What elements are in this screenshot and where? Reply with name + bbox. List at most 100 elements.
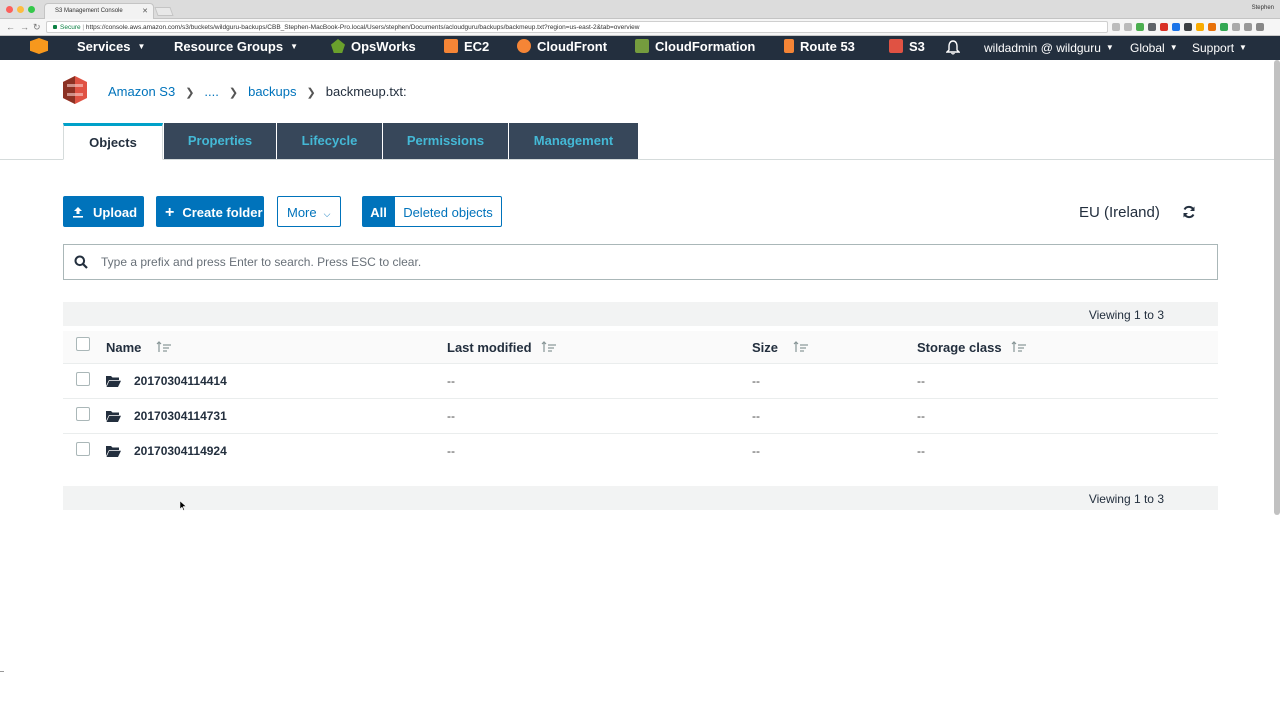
close-tab-icon[interactable]: ✕ [142,7,148,15]
column-header-storage-class[interactable]: Storage class [917,340,1002,355]
column-header-size[interactable]: Size [752,340,778,355]
column-header-last-modified[interactable]: Last modified [447,340,532,355]
sort-icon[interactable] [156,341,172,353]
mouse-cursor-icon [180,501,186,511]
chevron-right-icon: ❯ [185,87,195,99]
browser-tab-strip: S3 Management Console ✕ Stephen [0,0,1280,19]
extension-icon[interactable] [1244,23,1252,31]
row-checkbox[interactable] [76,407,90,421]
zoom-icon[interactable] [1112,23,1120,31]
upload-button[interactable]: Upload [63,196,144,227]
divider [0,671,4,672]
viewing-count: Viewing 1 to 3 [1088,308,1164,322]
last-modified-cell: -- [447,409,455,423]
extension-icon[interactable] [1232,23,1240,31]
menu-icon[interactable] [1256,23,1264,31]
breadcrumb-ellipsis[interactable]: .... [204,84,218,99]
reload-icon[interactable]: ↻ [33,22,41,32]
upload-icon [73,207,83,218]
shortcut-ec2[interactable]: EC2 [444,39,489,55]
shortcut-s3[interactable]: S3 [889,39,925,55]
extension-icon[interactable] [1172,23,1180,31]
chevron-down-icon: ⌵ [323,209,331,219]
extension-icon[interactable] [1136,23,1144,31]
search-box [63,244,1218,280]
account-menu[interactable]: wildadmin @ wildguru ▼ [984,40,1114,56]
sort-icon[interactable] [793,341,809,353]
shortcut-route53[interactable]: Route 53 [784,39,855,55]
chevron-right-icon: ❯ [228,87,239,99]
extension-icon[interactable] [1148,23,1156,31]
new-tab-button[interactable] [154,7,174,16]
back-icon[interactable]: ← [6,22,15,32]
last-modified-cell: -- [447,374,455,388]
folder-icon [106,376,121,387]
more-dropdown[interactable]: More ⌵ [277,196,341,227]
tab-lifecycle[interactable]: Lifecycle [277,123,382,159]
maximize-window-button[interactable] [28,6,35,13]
object-name-link[interactable]: 20170304114924 [134,444,227,458]
browser-tab-title: S3 Management Console [55,8,123,14]
row-checkbox[interactable] [76,442,90,456]
page-scrollbar[interactable] [1274,60,1280,515]
filter-all-button[interactable]: All [362,196,395,227]
support-menu[interactable]: Support ▼ [1192,40,1247,56]
route53-icon [784,39,794,53]
cloudfront-icon [517,39,531,53]
services-menu[interactable]: Services ▼ [77,39,145,55]
forward-icon[interactable]: → [20,22,29,32]
search-icon [74,255,88,269]
resource-groups-menu[interactable]: Resource Groups ▼ [174,39,298,55]
sort-icon[interactable] [1011,341,1027,353]
shortcut-opsworks[interactable]: OpsWorks [331,39,416,55]
tab-permissions[interactable]: Permissions [383,123,508,159]
extension-icon[interactable] [1196,23,1204,31]
sort-icon[interactable] [541,341,557,353]
bookmark-star-icon[interactable] [1124,23,1132,31]
filter-deleted-objects-button[interactable]: Deleted objects [394,196,502,227]
extension-icon[interactable] [1184,23,1192,31]
table-header: Name Last modified Size Storage class [63,331,1218,364]
folder-icon [106,411,121,422]
refresh-icon[interactable] [1182,205,1196,219]
minimize-window-button[interactable] [17,6,24,13]
create-folder-button[interactable]: + Create folder [156,196,264,227]
tab-management[interactable]: Management [509,123,638,159]
chevron-right-icon: ❯ [306,87,316,99]
table-row[interactable]: 20170304114731 -- -- -- [63,399,1218,434]
storage-class-cell: -- [917,374,925,388]
breadcrumb-amazon-s3[interactable]: Amazon S3 [108,84,175,99]
search-input[interactable] [101,253,1201,271]
shortcut-cloudfront[interactable]: CloudFront [517,39,607,55]
storage-class-cell: -- [917,409,925,423]
row-checkbox[interactable] [76,372,90,386]
close-window-button[interactable] [6,6,13,13]
aws-logo-icon[interactable] [30,38,48,54]
bucket-region-label: EU (Ireland) [1079,204,1160,221]
browser-profile-name[interactable]: Stephen [1252,5,1274,11]
table-row[interactable]: 20170304114924 -- -- -- [63,434,1218,469]
notifications-bell-icon[interactable] [946,40,960,55]
table-row[interactable]: 20170304114414 -- -- -- [63,364,1218,399]
object-name-link[interactable]: 20170304114414 [134,374,227,388]
column-header-name[interactable]: Name [106,340,141,355]
plus-icon: + [165,204,175,221]
extension-icons [1112,23,1264,32]
browser-tab[interactable]: S3 Management Console ✕ [44,3,154,19]
size-cell: -- [752,444,760,458]
extension-icon[interactable] [1208,23,1216,31]
tab-objects[interactable]: Objects [63,123,163,160]
select-all-checkbox[interactable] [76,337,90,351]
breadcrumb-backups[interactable]: backups [248,84,296,99]
tab-properties[interactable]: Properties [164,123,276,159]
shortcut-cloudformation[interactable]: CloudFormation [635,39,755,55]
size-cell: -- [752,374,760,388]
ec2-icon [444,39,458,53]
extension-icon[interactable] [1220,23,1228,31]
extension-icon[interactable] [1160,23,1168,31]
object-name-link[interactable]: 20170304114731 [134,409,227,423]
viewing-count: Viewing 1 to 3 [1088,492,1164,506]
region-menu[interactable]: Global ▼ [1130,40,1178,56]
breadcrumb: Amazon S3 ❯.... ❯ backups ❯ backmeup.txt: [108,84,407,101]
address-bar[interactable]: Secure | https://console.aws.amazon.com/… [46,21,1108,33]
